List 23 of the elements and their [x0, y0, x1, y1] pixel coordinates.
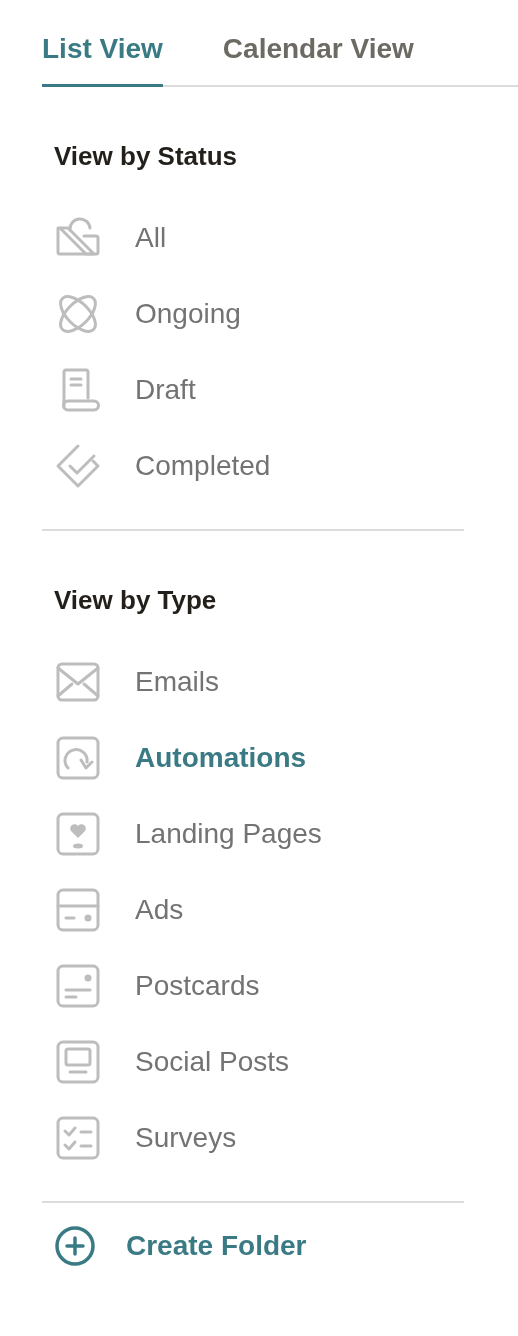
- section-heading: View by Type: [54, 584, 218, 617]
- filter-item[interactable]: Postcards: [54, 948, 464, 1024]
- plus-circle-icon: [54, 1225, 96, 1267]
- filter-item[interactable]: Landing Pages: [54, 796, 464, 872]
- filter-item[interactable]: Social Posts: [54, 1024, 464, 1100]
- view-tab[interactable]: Calendar View: [222, 22, 414, 87]
- filter-item[interactable]: Ongoing: [54, 276, 464, 352]
- filter-item[interactable]: Completed: [54, 428, 464, 504]
- create-folder-button[interactable]: Create Folder: [54, 1225, 307, 1267]
- ad-card-icon: [54, 886, 102, 934]
- filter-item[interactable]: All: [54, 200, 464, 276]
- view-tab[interactable]: List View: [42, 22, 163, 87]
- section-heading: View by Status: [54, 140, 239, 173]
- heart-page-icon: [54, 810, 102, 858]
- monitor-icon: [54, 1038, 102, 1086]
- checklist-icon: [54, 1114, 102, 1162]
- postcard-icon: [54, 962, 102, 1010]
- filter-item[interactable]: Automations: [54, 720, 464, 796]
- check-diamond-icon: [54, 442, 102, 490]
- filter-item[interactable]: Emails: [54, 644, 464, 720]
- filter-item[interactable]: Draft: [54, 352, 464, 428]
- filter-item[interactable]: Ads: [54, 872, 464, 948]
- filter-item[interactable]: Surveys: [54, 1100, 464, 1176]
